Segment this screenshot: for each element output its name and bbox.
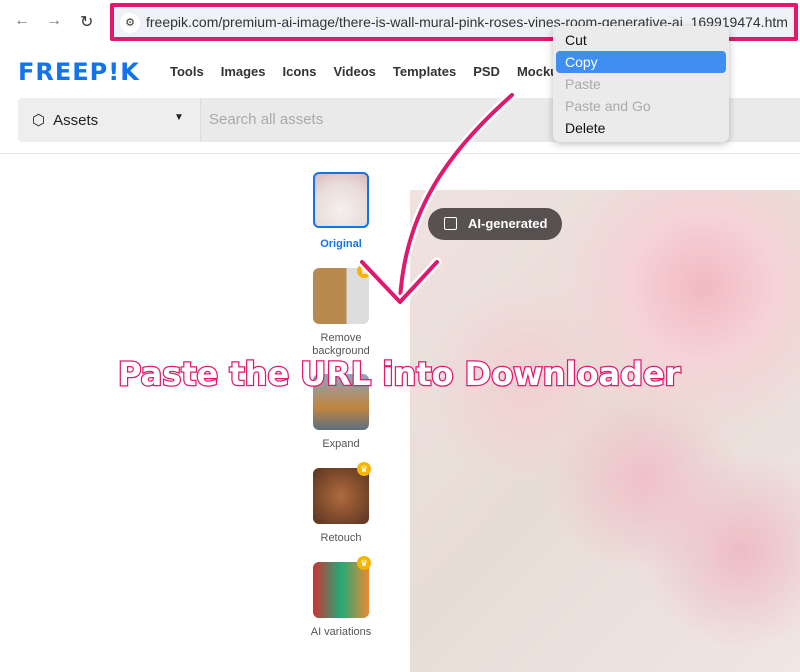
menu-item-cut[interactable]: Cut	[556, 29, 726, 51]
context-menu: Cut Copy Paste Paste and Go Delete	[553, 26, 729, 142]
menu-item-copy[interactable]: Copy	[556, 51, 726, 73]
menu-item-paste-and-go[interactable]: Paste and Go	[556, 95, 726, 117]
annotation-text: Paste the URL into Downloader	[117, 354, 682, 395]
menu-item-paste[interactable]: Paste	[556, 73, 726, 95]
menu-item-delete[interactable]: Delete	[556, 117, 726, 139]
